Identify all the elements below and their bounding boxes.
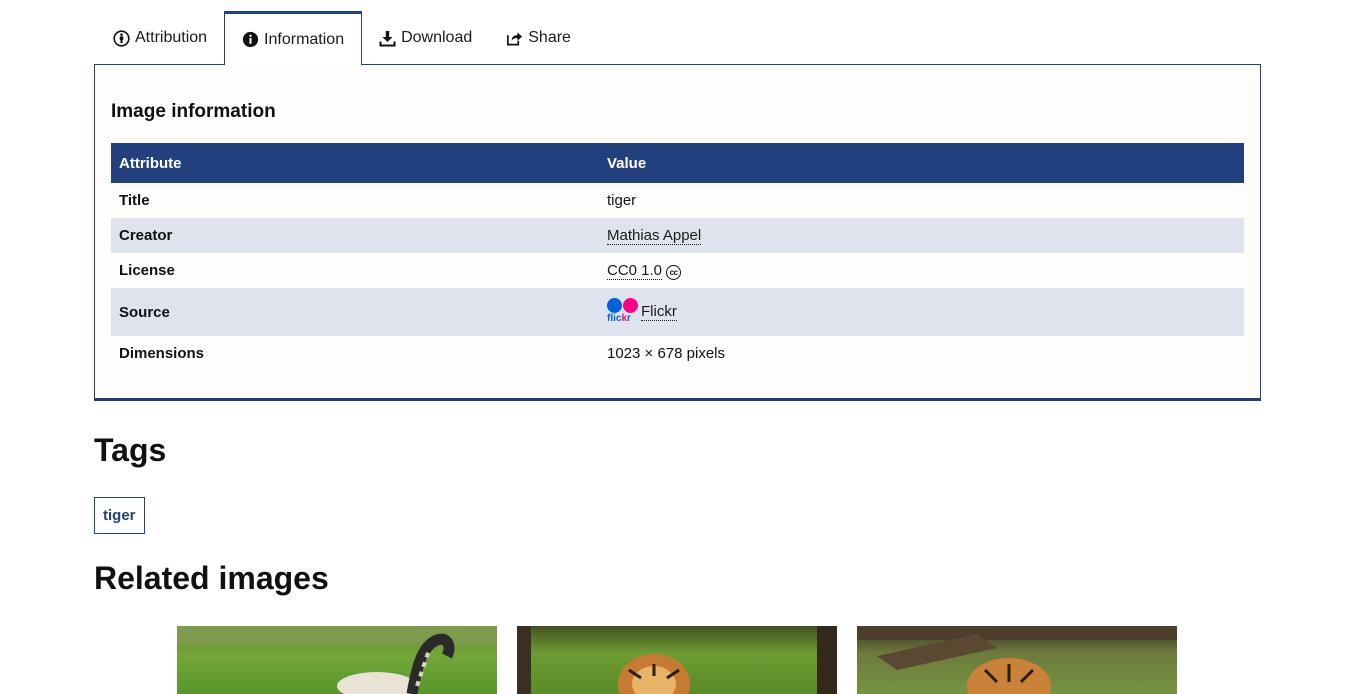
value-title: tiger (607, 192, 637, 209)
download-icon (379, 30, 396, 47)
tags-heading: Tags (94, 432, 167, 468)
attr-dimensions: Dimensions (119, 345, 205, 362)
table-row-creator: Creator Mathias Appel (111, 218, 1244, 253)
tiger-thumbnail-graphic (517, 626, 837, 694)
related-image-thumbnail-3[interactable] (857, 626, 1177, 694)
information-panel: Image information Attribute Value Title … (94, 64, 1261, 401)
panel-heading: Image information (111, 101, 276, 122)
tab-download-label: Download (401, 29, 473, 46)
tiger-thumbnail-graphic (857, 626, 1177, 694)
value-license-cell: CC0 1.0 cc (599, 253, 1244, 288)
value-source-cell: flickr Flickr (599, 288, 1244, 336)
tab-download[interactable]: Download (362, 12, 489, 64)
license-link[interactable]: CC0 1.0 (607, 261, 663, 280)
table-header-row: Attribute Value (111, 143, 1244, 183)
tag-chip-tiger[interactable]: tiger (94, 497, 145, 534)
value-creator-cell: Mathias Appel (599, 218, 1244, 253)
tab-bar: Attribution Information Download Share (94, 0, 1261, 65)
tab-share-label: Share (528, 29, 571, 46)
column-header-value: Value (599, 143, 1244, 183)
share-icon (506, 30, 523, 47)
related-images-heading: Related images (94, 560, 329, 596)
tiger-thumbnail-graphic (177, 626, 497, 694)
tab-attribution-label: Attribution (135, 29, 208, 46)
attribution-icon (113, 29, 130, 47)
table-row-license: License CC0 1.0 cc (111, 253, 1244, 288)
flickr-logo-icon: flickr (607, 297, 638, 323)
info-table: Attribute Value Title tiger Creator Math… (111, 143, 1244, 371)
attr-creator: Creator (111, 218, 599, 253)
related-image-thumbnail-2[interactable] (517, 626, 837, 694)
info-icon (242, 31, 259, 48)
table-row-dimensions: Dimensions 1023 × 678 pixels (111, 336, 1244, 371)
table-row-title: Title tiger (111, 183, 1244, 218)
cc-icon: cc (666, 264, 682, 280)
column-header-attribute: Attribute (111, 143, 599, 183)
attr-license: License (119, 262, 175, 279)
attr-title: Title (119, 192, 150, 209)
tab-share[interactable]: Share (489, 12, 588, 64)
related-image-thumbnail-1[interactable] (177, 626, 497, 694)
tab-information[interactable]: Information (224, 11, 363, 65)
main-content: Attribution Information Download Share I… (94, 0, 1261, 694)
table-row-source: Source flickr Flickr (111, 288, 1244, 336)
tab-attribution[interactable]: Attribution (96, 12, 224, 64)
source-link[interactable]: Flickr (641, 302, 677, 321)
attr-source: Source (111, 288, 599, 336)
creator-link[interactable]: Mathias Appel (607, 227, 702, 245)
value-dimensions: 1023 × 678 pixels (607, 345, 726, 362)
tab-information-label: Information (264, 30, 345, 48)
